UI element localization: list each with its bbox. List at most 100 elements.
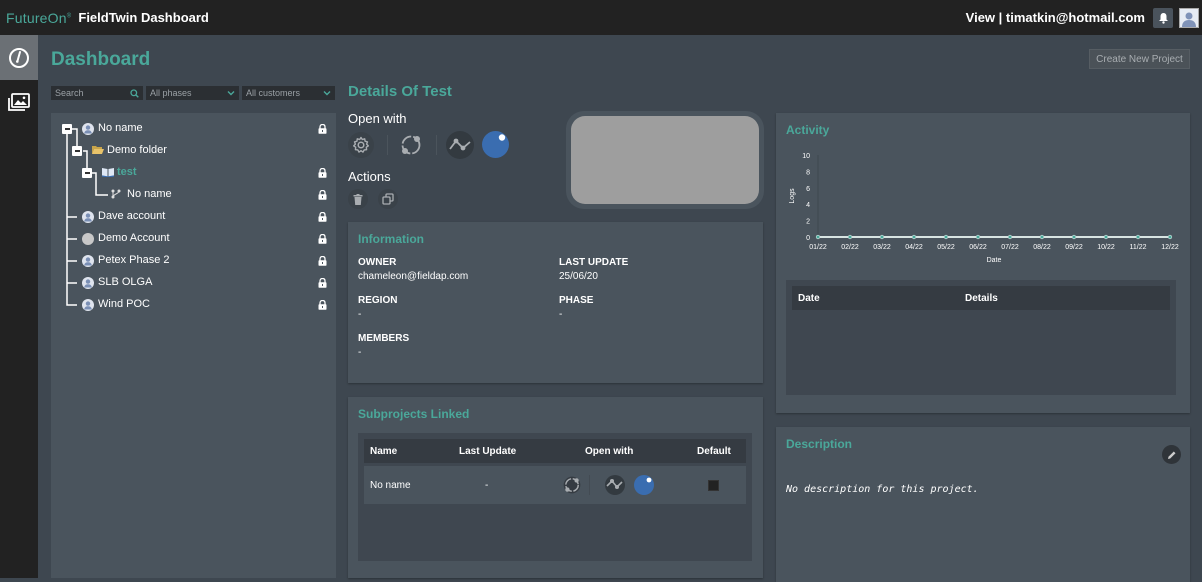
- customer-select-value: All customers: [246, 88, 301, 98]
- tree-item-label: Petex Phase 2: [98, 254, 170, 266]
- chevron-down-icon: [323, 91, 331, 96]
- lock-icon: [318, 211, 327, 222]
- x-tick-label: 01/22: [809, 244, 827, 251]
- separator: [387, 135, 388, 155]
- tree-item-label: No name: [98, 122, 143, 134]
- tree-item-label: Demo Account: [98, 232, 170, 244]
- collapse-toggle[interactable]: [62, 124, 72, 134]
- open-graph-app-button[interactable]: [446, 131, 474, 159]
- activity-log-table: Date Details: [786, 280, 1176, 395]
- x-tick-label: 06/22: [969, 244, 987, 251]
- subproject-name: No name: [370, 479, 411, 491]
- y-tick-label: 8: [806, 169, 810, 176]
- main-content: Dashboard Create New Project Search All …: [38, 35, 1202, 582]
- tree-item[interactable]: No name: [51, 118, 336, 140]
- side-nav: [0, 35, 38, 578]
- region-label: REGION: [358, 295, 398, 306]
- region-value: -: [358, 309, 362, 320]
- lock-icon: [318, 167, 327, 178]
- x-tick-label: 10/22: [1097, 244, 1115, 251]
- tree-item-label: SLB OLGA: [98, 276, 153, 288]
- create-new-project-button[interactable]: Create New Project: [1089, 49, 1190, 69]
- y-tick-label: 6: [806, 186, 810, 193]
- subproject-last-update: -: [485, 479, 489, 491]
- subprojects-table-header: Name Last Update Open with Default: [364, 439, 746, 463]
- demo-logo-icon: [82, 233, 94, 245]
- description-text: No description for this project.: [786, 484, 979, 495]
- subprojects-card: Subprojects Linked Name Last Update Open…: [348, 397, 763, 578]
- table-row[interactable]: No name -: [364, 466, 746, 504]
- chevron-down-icon: [227, 91, 235, 96]
- subproject-open-graph-button[interactable]: [605, 466, 625, 504]
- data-point: [879, 234, 885, 240]
- collapse-toggle[interactable]: [82, 168, 92, 178]
- search-input[interactable]: Search: [51, 86, 143, 100]
- x-tick-label: 03/22: [873, 244, 891, 251]
- edit-description-button[interactable]: [1162, 445, 1181, 464]
- tree-item[interactable]: Wind POC: [51, 294, 336, 316]
- y-tick-label: 0: [806, 235, 810, 242]
- topbar-right: View | timatkin@hotmail.com: [966, 7, 1202, 28]
- col-details[interactable]: Details: [965, 286, 998, 310]
- last-update-label: LAST UPDATE: [559, 257, 629, 268]
- actions-label: Actions: [348, 169, 391, 184]
- pencil-icon: [1167, 451, 1175, 459]
- book-icon: [102, 167, 114, 177]
- user-avatar-button[interactable]: [1179, 7, 1199, 28]
- y-axis-label: Logs: [789, 188, 796, 204]
- open-globe-app-button[interactable]: [482, 131, 509, 158]
- filters-bar: Search All phases All customers: [51, 86, 335, 100]
- col-last-update[interactable]: Last Update: [459, 439, 516, 463]
- default-checkbox[interactable]: [708, 466, 719, 504]
- brand-logo[interactable]: FutureOn®: [6, 10, 71, 26]
- phase-value: -: [559, 309, 563, 320]
- cycle-app-icon: [563, 476, 581, 494]
- account-icon: [82, 123, 94, 135]
- lock-icon: [318, 277, 327, 288]
- search-placeholder: Search: [55, 88, 84, 98]
- subproject-branch-icon: [111, 189, 121, 199]
- tree-item[interactable]: Demo Account: [51, 228, 336, 250]
- col-date[interactable]: Date: [798, 286, 820, 310]
- user-avatar-icon: [1182, 12, 1196, 27]
- data-point: [1007, 234, 1013, 240]
- collapse-toggle[interactable]: [72, 146, 82, 156]
- project-tree: No name Demo folder test No name Dave accoun…: [51, 113, 336, 578]
- tree-item[interactable]: Dave account: [51, 206, 336, 228]
- tree-item[interactable]: No name: [51, 184, 336, 206]
- x-tick-label: 05/22: [937, 244, 955, 251]
- folder-open-icon: [92, 145, 104, 155]
- customer-select[interactable]: All customers: [242, 86, 335, 100]
- phase-select[interactable]: All phases: [146, 86, 239, 100]
- tree-item[interactable]: SLB OLGA: [51, 272, 336, 294]
- y-tick-label: 10: [802, 153, 810, 160]
- description-title: Description: [786, 437, 853, 451]
- tree-item[interactable]: test: [51, 162, 336, 184]
- cycle-app-icon: [401, 135, 421, 155]
- open-cycle-app-button[interactable]: [398, 132, 424, 158]
- subproject-open-cycle-button[interactable]: [562, 466, 582, 504]
- activity-chart: 0 2 4 6 8 10 01/22 02/22 03/22 04/22 05/22 06/22 07/…: [789, 153, 1179, 264]
- line-graph-app-icon: [605, 475, 625, 495]
- tree-item[interactable]: Demo folder: [51, 140, 336, 162]
- tree-item-label: No name: [127, 188, 172, 200]
- nav-dashboard[interactable]: [0, 35, 38, 80]
- lock-icon: [318, 233, 327, 244]
- tree-item[interactable]: Petex Phase 2: [51, 250, 336, 272]
- project-preview-image[interactable]: [571, 116, 759, 204]
- notifications-button[interactable]: [1153, 7, 1173, 28]
- members-value: -: [358, 347, 362, 358]
- open-settings-button[interactable]: [348, 132, 374, 158]
- subproject-open-globe-button[interactable]: [634, 466, 654, 504]
- delete-button[interactable]: [348, 189, 368, 209]
- gauge-icon: [9, 47, 29, 68]
- col-name[interactable]: Name: [370, 439, 397, 463]
- owner-value: chameleon@fieldap.com: [358, 271, 469, 282]
- data-point: [1071, 234, 1077, 240]
- nav-gallery[interactable]: [0, 80, 38, 125]
- y-tick-label: 4: [806, 202, 810, 209]
- duplicate-button[interactable]: [378, 189, 398, 209]
- account-icon: [82, 255, 94, 267]
- lock-icon: [318, 299, 327, 310]
- lock-icon: [318, 123, 327, 134]
